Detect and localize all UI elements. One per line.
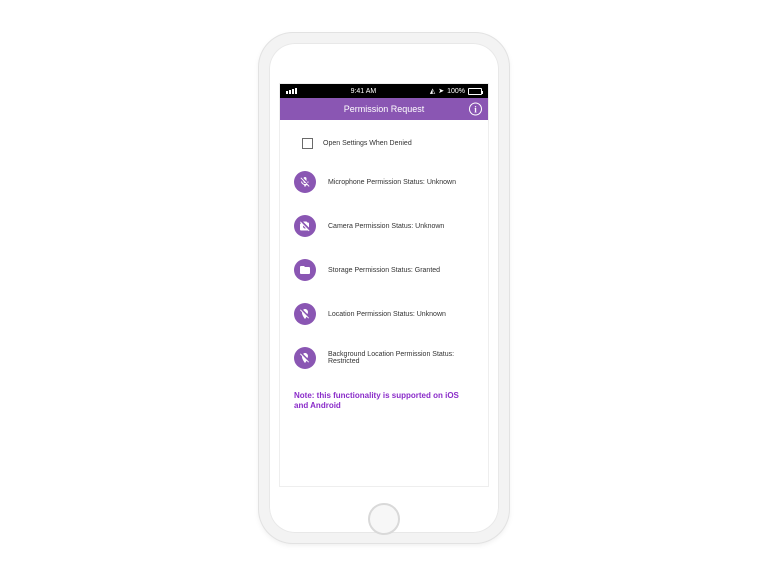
page-title: Permission Request <box>344 104 425 114</box>
status-left <box>286 88 297 94</box>
location-off-icon <box>294 303 316 325</box>
status-time: 9:41 AM <box>351 88 377 95</box>
home-button[interactable] <box>368 503 400 535</box>
phone-frame: 9:41 AM ◭ ➤ 100% Permission Request i Op… <box>259 33 509 543</box>
status-right: ◭ ➤ 100% <box>430 87 482 95</box>
storage-permission-row[interactable]: Storage Permission Status: Granted <box>294 259 474 281</box>
location-permission-label: Location Permission Status: Unknown <box>328 311 446 318</box>
location-off-icon <box>294 347 316 369</box>
microphone-off-icon <box>294 171 316 193</box>
microphone-permission-row[interactable]: Microphone Permission Status: Unknown <box>294 171 474 193</box>
location-permission-row[interactable]: Location Permission Status: Unknown <box>294 303 474 325</box>
background-location-permission-row[interactable]: Background Location Permission Status: R… <box>294 347 474 369</box>
open-settings-label: Open Settings When Denied <box>323 140 412 147</box>
status-bar: 9:41 AM ◭ ➤ 100% <box>280 84 488 98</box>
content: Open Settings When Denied Microphone Per… <box>280 120 488 420</box>
microphone-permission-label: Microphone Permission Status: Unknown <box>328 179 456 186</box>
info-button[interactable]: i <box>469 103 482 116</box>
camera-permission-row[interactable]: Camera Permission Status: Unknown <box>294 215 474 237</box>
camera-off-icon <box>294 215 316 237</box>
open-settings-row[interactable]: Open Settings When Denied <box>294 138 474 149</box>
folder-icon <box>294 259 316 281</box>
navigation-icon: ◭ <box>430 87 435 95</box>
phone-inner: 9:41 AM ◭ ➤ 100% Permission Request i Op… <box>269 43 499 533</box>
battery-pct: 100% <box>447 88 465 95</box>
screen: 9:41 AM ◭ ➤ 100% Permission Request i Op… <box>279 83 489 487</box>
camera-permission-label: Camera Permission Status: Unknown <box>328 223 444 230</box>
background-location-permission-label: Background Location Permission Status: R… <box>328 351 474 365</box>
storage-permission-label: Storage Permission Status: Granted <box>328 267 440 274</box>
app-bar: Permission Request i <box>280 98 488 120</box>
battery-icon <box>468 88 482 95</box>
checkbox-icon[interactable] <box>302 138 313 149</box>
location-status-icon: ➤ <box>438 87 444 95</box>
support-note: Note: this functionality is supported on… <box>294 391 474 412</box>
signal-icon <box>286 88 297 94</box>
